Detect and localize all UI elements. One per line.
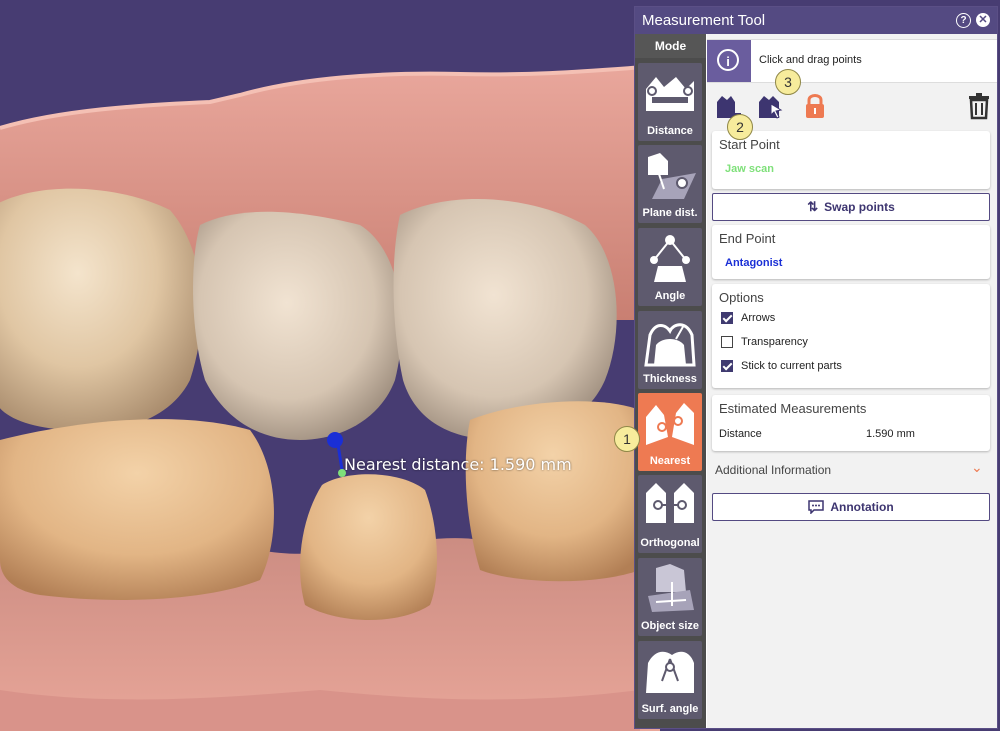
- additional-information-label: Additional Information: [715, 463, 832, 477]
- annotation-button[interactable]: Annotation: [712, 493, 990, 521]
- lower-tooth-center: [300, 474, 437, 620]
- mode-surface-angle-button[interactable]: Surf. angle: [638, 641, 702, 719]
- swap-icon: ⇅: [807, 199, 819, 214]
- mode-label: Object size: [640, 620, 700, 632]
- options-header: Options: [719, 290, 764, 305]
- info-icon-box: i: [707, 40, 751, 82]
- orthogonal-icon: [646, 483, 694, 523]
- point-toolbar: [713, 92, 993, 124]
- mode-object-size-button[interactable]: Object size: [638, 558, 702, 636]
- mode-label: Angle: [654, 290, 686, 302]
- option-stick-to-parts[interactable]: Stick to current parts: [721, 360, 842, 372]
- option-arrows[interactable]: Arrows: [721, 312, 775, 324]
- panel-titlebar: Measurement Tool ? ✕: [635, 7, 997, 34]
- lock-icon[interactable]: [801, 92, 829, 120]
- surface-angle-icon: [646, 651, 694, 693]
- stick-to-parts-checkbox[interactable]: [721, 360, 733, 372]
- lower-tooth-left: [0, 419, 274, 600]
- options-card: Options Arrows Transparency Stick to cur…: [712, 284, 990, 388]
- end-point-card[interactable]: End Point Antagonist: [712, 225, 990, 279]
- estimated-measurements-card: Estimated Measurements Distance 1.590 mm: [712, 395, 990, 451]
- option-transparency[interactable]: Transparency: [721, 336, 808, 348]
- estimated-header: Estimated Measurements: [719, 401, 867, 416]
- mode-orthogonal-button[interactable]: Orthogonal: [638, 475, 702, 553]
- lower-tooth-right: [465, 401, 640, 582]
- mode-label: Orthogonal: [640, 537, 700, 549]
- mode-header: Mode: [635, 34, 706, 58]
- upper-tooth-center: [193, 211, 402, 440]
- start-point-card[interactable]: Start Point Jaw scan: [712, 131, 990, 189]
- measurement-name: Distance: [719, 428, 762, 440]
- end-point-marker[interactable]: [327, 432, 343, 448]
- close-icon[interactable]: ✕: [976, 13, 990, 27]
- arrows-checkbox[interactable]: [721, 312, 733, 324]
- mode-distance-button[interactable]: Distance: [638, 63, 702, 141]
- mode-label: Distance: [647, 125, 693, 137]
- swap-points-label: Swap points: [824, 200, 895, 214]
- additional-information-toggle[interactable]: Additional Information ⌄: [707, 457, 997, 483]
- mode-nearest-button[interactable]: Nearest: [638, 393, 702, 471]
- mode-sidebar: Mode Distance Plane dist. Angle Thicknes…: [635, 34, 706, 728]
- plane-distance-icon: [648, 153, 696, 199]
- option-label: Stick to current parts: [741, 360, 842, 372]
- measurement-label: Nearest distance: 1.590 mm: [344, 455, 572, 474]
- object-size-icon: [648, 564, 694, 612]
- callout-badge: 2: [727, 114, 753, 140]
- info-bar: i Click and drag points: [707, 39, 997, 83]
- callout-badge: 1: [614, 426, 640, 452]
- info-icon: i: [717, 49, 739, 71]
- distance-icon: [646, 77, 694, 111]
- mode-label: Surf. angle: [641, 703, 699, 715]
- end-point-header: End Point: [719, 231, 776, 246]
- panel-title: Measurement Tool: [642, 12, 766, 29]
- info-text: Click and drag points: [759, 54, 862, 66]
- mode-plane-distance-button[interactable]: Plane dist.: [638, 145, 702, 223]
- pick-point-icon[interactable]: [757, 92, 785, 120]
- end-point-value: Antagonist: [725, 257, 783, 269]
- panel-content: i Click and drag points Start Point Jaw …: [707, 34, 997, 728]
- option-label: Transparency: [741, 336, 808, 348]
- mode-label: Plane dist.: [642, 207, 698, 219]
- mode-label: Nearest: [649, 455, 691, 467]
- start-point-value: Jaw scan: [725, 163, 774, 175]
- transparency-checkbox[interactable]: [721, 336, 733, 348]
- mode-label: Thickness: [643, 373, 697, 385]
- angle-icon: [650, 235, 690, 282]
- nearest-icon: [646, 403, 694, 445]
- comment-icon: [808, 500, 825, 514]
- help-icon[interactable]: ?: [956, 13, 971, 28]
- thickness-icon: [644, 323, 696, 367]
- chevron-down-icon: ⌄: [971, 459, 983, 475]
- upper-tooth-left: [0, 188, 202, 431]
- measurement-tool-panel: Measurement Tool ? ✕ Mode Distance Plane…: [634, 6, 998, 729]
- option-label: Arrows: [741, 312, 776, 324]
- start-point-header: Start Point: [719, 137, 780, 152]
- mode-angle-button[interactable]: Angle: [638, 228, 702, 306]
- callout-badge: 3: [775, 69, 801, 95]
- swap-points-button[interactable]: ⇅ Swap points: [712, 193, 990, 221]
- mode-thickness-button[interactable]: Thickness: [638, 311, 702, 389]
- annotation-label: Annotation: [830, 500, 894, 514]
- trash-icon[interactable]: [965, 92, 993, 120]
- measurement-value: 1.590 mm: [866, 428, 915, 440]
